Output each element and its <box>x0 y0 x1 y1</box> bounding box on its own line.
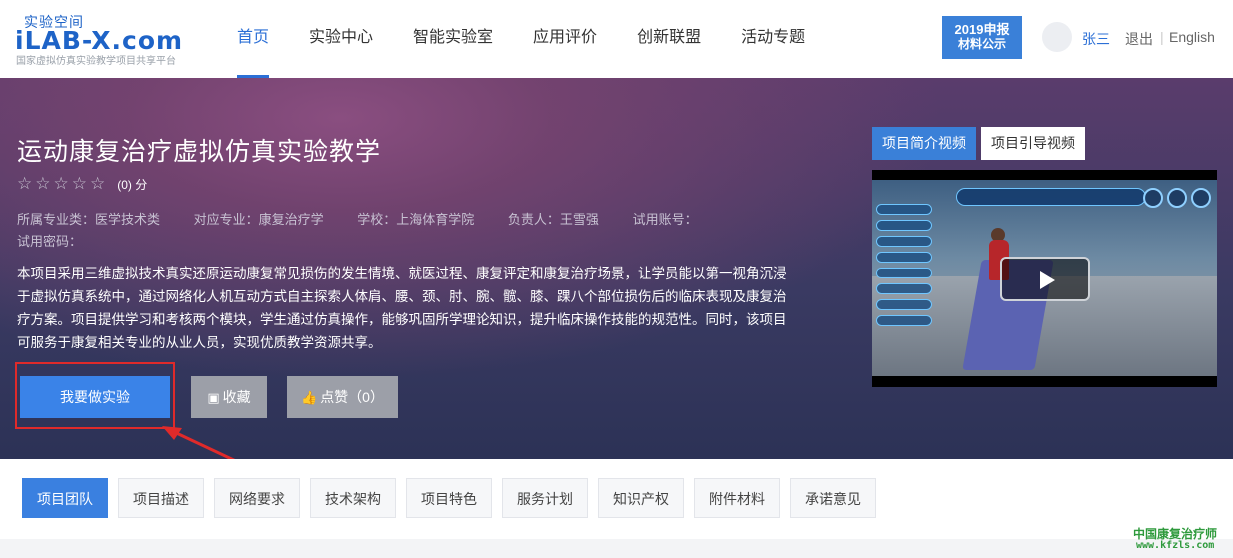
nav-item-smart-lab[interactable]: 智能实验室 <box>393 0 513 78</box>
logo-main-text: iLAB-X.com <box>15 26 184 55</box>
project-hero: 运动康复治疗虚拟仿真实验教学 ☆ ☆ ☆ ☆ ☆ (0) 分 所属专业类：医学技… <box>0 78 1233 459</box>
tab-ip[interactable]: 知识产权 <box>598 478 684 518</box>
like-label: 点赞（0） <box>320 389 384 405</box>
favorite-button[interactable]: ▣ 收藏 <box>191 376 267 418</box>
star-icon[interactable]: ☆ <box>35 175 50 193</box>
nav-item-alliance[interactable]: 创新联盟 <box>617 0 721 78</box>
logout-link[interactable]: 退出 <box>1125 29 1153 49</box>
meta-trial-account: 试用账号： <box>632 212 698 227</box>
logo-subtitle: 国家虚拟仿真实验教学项目共享平台 <box>16 56 176 67</box>
nav-item-events[interactable]: 活动专题 <box>721 0 825 78</box>
tab-team[interactable]: 项目团队 <box>22 478 108 518</box>
bookmark-icon: ▣ <box>207 390 220 405</box>
announcement-badge[interactable]: 2019申报 材料公示 <box>942 16 1022 59</box>
play-icon[interactable] <box>1000 257 1090 301</box>
nav-item-lab-center[interactable]: 实验中心 <box>289 0 393 78</box>
video-tabs: 项目简介视频 项目引导视频 <box>872 127 1090 160</box>
arrow-annotation <box>162 426 236 459</box>
video-player[interactable] <box>872 170 1217 387</box>
tab-commitment[interactable]: 承诺意见 <box>790 478 876 518</box>
avatar[interactable] <box>1042 22 1072 52</box>
tab-features[interactable]: 项目特色 <box>406 478 492 518</box>
username-link[interactable]: 张三 <box>1082 29 1110 49</box>
tab-architecture[interactable]: 技术架构 <box>310 478 396 518</box>
badge-line2: 材料公示 <box>957 37 1006 51</box>
project-description: 本项目采用三维虚拟技术真实还原运动康复常见损伤的发生情境、就医过程、康复评定和康… <box>17 266 787 350</box>
meta-trial-password: 试用密码： <box>17 234 83 249</box>
nav-item-evaluation[interactable]: 应用评价 <box>513 0 617 78</box>
highlight-box <box>15 362 175 429</box>
top-header: 实验空间 iLAB-X.com 国家虚拟仿真实验教学项目共享平台 首页 实验中心… <box>0 0 1233 78</box>
star-icon[interactable]: ☆ <box>72 175 87 193</box>
page-title: 运动康复治疗虚拟仿真实验教学 <box>17 138 382 166</box>
separator: | <box>1160 29 1164 45</box>
meta-major: 对应专业：康复治疗学 <box>193 212 324 227</box>
rating: ☆ ☆ ☆ ☆ ☆ (0) 分 <box>17 175 147 193</box>
rating-score: (0) 分 <box>117 177 148 192</box>
star-icon[interactable]: ☆ <box>54 175 69 193</box>
watermark-url: www.kfzls.com <box>1136 540 1215 551</box>
thumbs-up-icon: 👍 <box>301 390 318 405</box>
scene-controls <box>1143 188 1211 208</box>
badge-line1: 2019申报 <box>954 22 1010 37</box>
tab-network[interactable]: 网络要求 <box>214 478 300 518</box>
favorite-label: 收藏 <box>222 389 251 405</box>
meta-lead: 负责人：王雪强 <box>507 212 599 227</box>
tab-intro-video[interactable]: 项目简介视频 <box>872 127 976 160</box>
project-meta: 所属专业类：医学技术类 对应专业：康复治疗学 学校：上海体育学院 负责人：王雪强… <box>17 209 728 228</box>
meta-category: 所属专业类：医学技术类 <box>17 212 161 227</box>
tab-description[interactable]: 项目描述 <box>118 478 204 518</box>
scene-menu-panel <box>872 200 936 330</box>
language-switch[interactable]: English <box>1169 29 1215 45</box>
site-logo[interactable]: 实验空间 iLAB-X.com 国家虚拟仿真实验教学项目共享平台 <box>15 12 205 72</box>
tab-service-plan[interactable]: 服务计划 <box>502 478 588 518</box>
star-icon[interactable]: ☆ <box>17 175 32 193</box>
project-tabs: 项目团队 项目描述 网络要求 技术架构 项目特色 服务计划 知识产权 附件材料 … <box>22 478 886 518</box>
scene-instruction-bar <box>956 188 1146 206</box>
star-icon[interactable]: ☆ <box>90 175 105 193</box>
like-button[interactable]: 👍 点赞（0） <box>287 376 398 418</box>
main-nav: 首页 实验中心 智能实验室 应用评价 创新联盟 活动专题 <box>217 0 825 78</box>
tab-guide-video[interactable]: 项目引导视频 <box>981 127 1085 160</box>
tab-attachments[interactable]: 附件材料 <box>694 478 780 518</box>
content-divider <box>0 539 1233 558</box>
nav-item-home[interactable]: 首页 <box>217 0 289 78</box>
meta-school: 学校：上海体育学院 <box>357 212 475 227</box>
